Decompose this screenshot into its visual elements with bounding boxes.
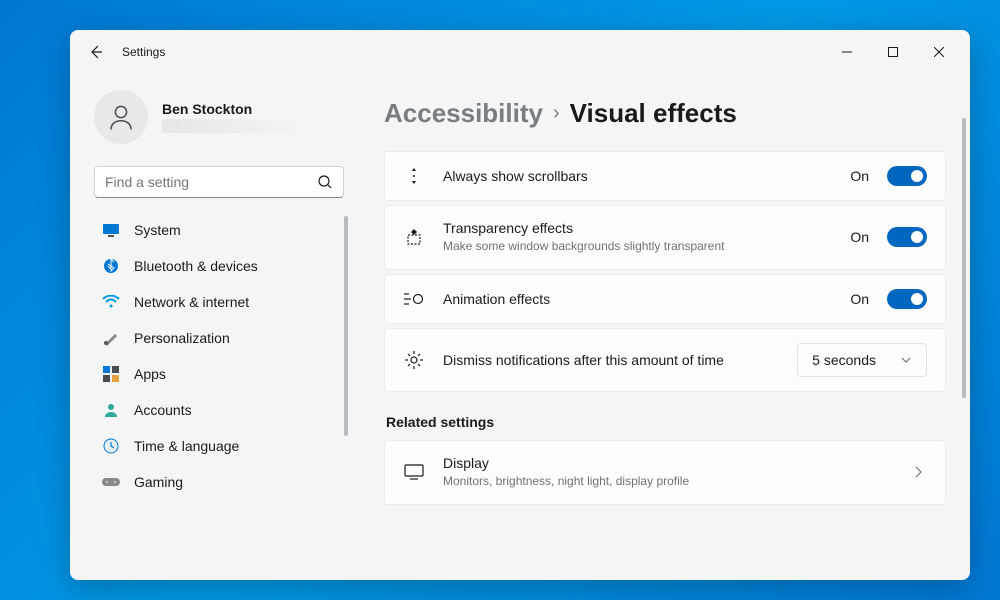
toggle-state: On	[850, 291, 869, 307]
toggle-switch[interactable]	[887, 289, 927, 309]
setting-transparency[interactable]: Transparency effects Make some window ba…	[384, 205, 946, 270]
settings-window: Settings Ben Stockton	[70, 30, 970, 580]
content-scrollbar[interactable]	[962, 118, 966, 398]
animation-icon	[403, 291, 425, 307]
toggle-switch[interactable]	[887, 227, 927, 247]
window-controls	[824, 36, 962, 68]
back-arrow-icon	[88, 44, 104, 60]
user-name: Ben Stockton	[162, 101, 312, 117]
nav-label: Time & language	[134, 438, 239, 454]
setting-title: Animation effects	[443, 291, 832, 307]
nav-item-system[interactable]: System	[90, 212, 340, 248]
toggle-state: On	[850, 168, 869, 184]
breadcrumb-current: Visual effects	[570, 98, 737, 129]
nav-item-bluetooth[interactable]: Bluetooth & devices	[90, 248, 340, 284]
setting-subtitle: Make some window backgrounds slightly tr…	[443, 238, 832, 255]
nav-item-accounts[interactable]: Accounts	[90, 392, 340, 428]
nav-item-apps[interactable]: Apps	[90, 356, 340, 392]
setting-dismiss-notifications[interactable]: Dismiss notifications after this amount …	[384, 328, 946, 392]
setting-scrollbars[interactable]: Always show scrollbars On	[384, 151, 946, 201]
nav-item-network[interactable]: Network & internet	[90, 284, 340, 320]
dropdown-value: 5 seconds	[812, 352, 876, 368]
nav-label: Network & internet	[134, 294, 249, 310]
nav-label: Personalization	[134, 330, 230, 346]
setting-title: Always show scrollbars	[443, 168, 832, 184]
gaming-icon	[102, 473, 120, 491]
sidebar-scrollbar[interactable]	[344, 216, 348, 436]
main-content: Accessibility › Visual effects Always sh…	[360, 74, 970, 580]
window-title: Settings	[122, 45, 165, 59]
maximize-button[interactable]	[870, 36, 916, 68]
setting-title: Transparency effects	[443, 220, 832, 236]
setting-title: Dismiss notifications after this amount …	[443, 352, 779, 368]
accounts-icon	[102, 401, 120, 419]
wifi-icon	[102, 293, 120, 311]
chevron-right-icon	[909, 465, 927, 479]
nav-item-time[interactable]: Time & language	[90, 428, 340, 464]
toggle-switch[interactable]	[887, 166, 927, 186]
bluetooth-icon	[102, 257, 120, 275]
breadcrumb: Accessibility › Visual effects	[384, 98, 946, 129]
apps-icon	[102, 365, 120, 383]
brightness-icon	[403, 350, 425, 370]
search-box[interactable]	[94, 166, 344, 198]
chevron-down-icon	[900, 356, 912, 364]
sidebar: Ben Stockton System Bluetooth & devices	[70, 74, 360, 580]
person-icon	[106, 102, 136, 132]
display-icon	[403, 464, 425, 480]
dismiss-time-dropdown[interactable]: 5 seconds	[797, 343, 927, 377]
close-button[interactable]	[916, 36, 962, 68]
nav-label: Bluetooth & devices	[134, 258, 258, 274]
clock-icon	[102, 437, 120, 455]
setting-animation[interactable]: Animation effects On	[384, 274, 946, 324]
user-profile[interactable]: Ben Stockton	[90, 82, 348, 160]
nav-label: System	[134, 222, 181, 238]
titlebar: Settings	[70, 30, 970, 74]
related-subtitle: Monitors, brightness, night light, displ…	[443, 473, 891, 490]
nav-label: Apps	[134, 366, 166, 382]
nav-label: Gaming	[134, 474, 183, 490]
nav-item-personalization[interactable]: Personalization	[90, 320, 340, 356]
search-icon	[317, 174, 333, 190]
chevron-right-icon: ›	[553, 102, 560, 125]
transparency-icon	[403, 227, 425, 247]
system-icon	[102, 221, 120, 239]
brush-icon	[102, 329, 120, 347]
nav-item-gaming[interactable]: Gaming	[90, 464, 340, 500]
search-input[interactable]	[105, 174, 317, 190]
toggle-state: On	[850, 229, 869, 245]
nav-label: Accounts	[134, 402, 192, 418]
related-title: Display	[443, 455, 891, 471]
user-email-redacted	[162, 119, 312, 133]
related-display[interactable]: Display Monitors, brightness, night ligh…	[384, 440, 946, 505]
scrollbar-icon	[403, 166, 425, 186]
avatar	[94, 90, 148, 144]
minimize-button[interactable]	[824, 36, 870, 68]
nav-list: System Bluetooth & devices Network & int…	[90, 212, 348, 572]
back-button[interactable]	[78, 34, 114, 70]
section-heading: Related settings	[386, 414, 946, 430]
breadcrumb-parent[interactable]: Accessibility	[384, 98, 543, 129]
